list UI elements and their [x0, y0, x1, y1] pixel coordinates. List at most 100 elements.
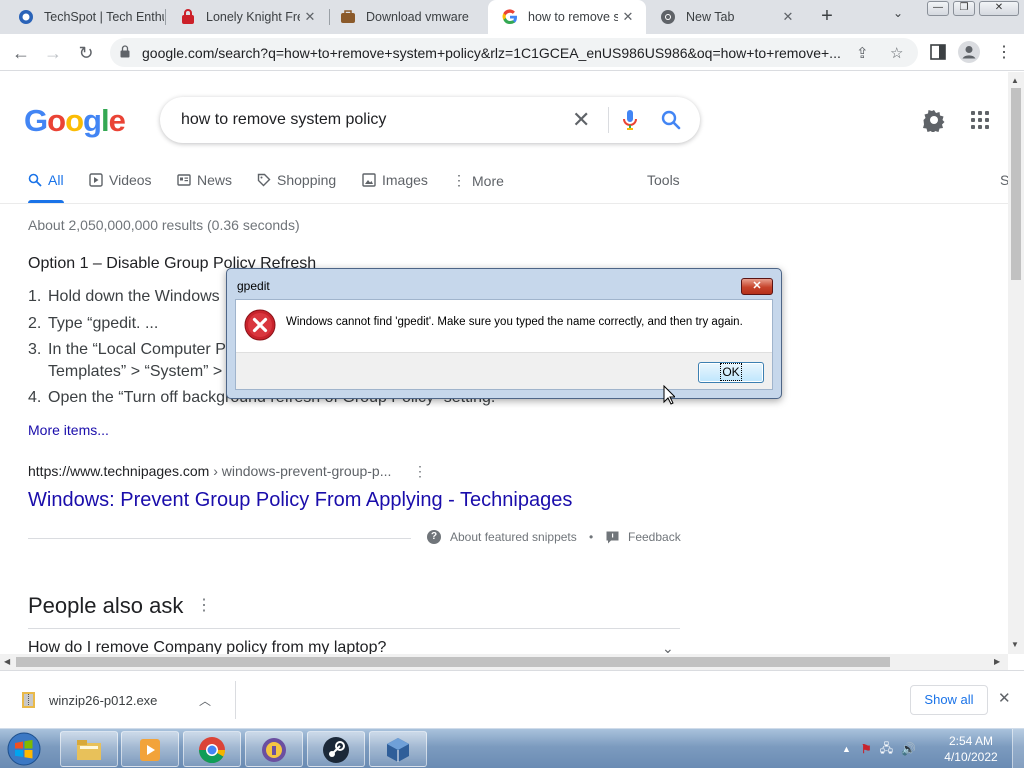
tab-download-vmware[interactable]: Download vmware — [326, 0, 486, 34]
scrollbar-thumb[interactable] — [1011, 88, 1021, 280]
list-text: In the “Local Computer P — [48, 341, 226, 358]
list-number: 4. — [28, 389, 42, 406]
taskbar-keepass[interactable] — [245, 731, 303, 767]
tab-lonely-knight[interactable]: Lonely Knight Free ✕ — [166, 0, 328, 34]
list-number: 2. — [28, 315, 42, 332]
techspot-icon — [19, 10, 33, 24]
steam-icon — [323, 737, 349, 763]
ok-button[interactable]: OK — [698, 362, 764, 383]
bookmark-star-icon[interactable]: ☆ — [890, 44, 903, 62]
search-input[interactable]: how to remove system policy — [181, 111, 386, 129]
browser-menu-icon[interactable]: ⋮ — [996, 42, 1012, 62]
tab-news[interactable]: News — [177, 172, 232, 188]
taskbar-explorer[interactable] — [60, 731, 118, 767]
google-apps-icon[interactable] — [971, 111, 989, 129]
close-icon[interactable]: ✕ — [618, 9, 638, 25]
close-icon[interactable]: ✕ — [998, 689, 1011, 707]
lock-icon[interactable] — [120, 45, 130, 58]
address-bar[interactable]: google.com/search?q=how+to+remove+system… — [110, 38, 918, 67]
show-all-button[interactable]: Show all — [910, 685, 988, 715]
profile-avatar-icon[interactable] — [958, 41, 980, 63]
scroll-left-arrow-icon[interactable]: ◀ — [4, 657, 10, 666]
tab-shopping[interactable]: Shopping — [257, 172, 336, 188]
download-item[interactable]: winzip26-p012.exe ︿ — [14, 681, 236, 719]
taskbar-media-player[interactable] — [121, 731, 179, 767]
close-icon[interactable]: ✕ — [778, 9, 798, 25]
clock-date: 4/10/2022 — [944, 750, 998, 764]
chevron-up-icon[interactable]: ︿ — [199, 692, 211, 709]
tab-videos[interactable]: Videos — [89, 172, 152, 188]
restore-button[interactable]: ❐ — [953, 1, 975, 16]
mouse-cursor-icon — [663, 385, 675, 405]
dialog-close-button[interactable]: ✕ — [741, 278, 773, 295]
tab-title: Lonely Knight Free — [206, 10, 300, 24]
side-panel-icon[interactable] — [930, 44, 946, 60]
close-icon[interactable]: ✕ — [300, 9, 320, 25]
show-desktop-button[interactable] — [1012, 729, 1024, 768]
share-icon[interactable]: ⇪ — [856, 44, 869, 62]
scroll-up-arrow-icon[interactable]: ▲ — [1011, 76, 1019, 85]
ok-label: OK — [720, 363, 742, 381]
tab-google-search[interactable]: how to remove system policy ✕ — [488, 0, 646, 34]
divider — [608, 107, 609, 133]
taskbar-steam[interactable] — [307, 731, 365, 767]
paa-menu-icon[interactable]: ⋮ — [196, 595, 212, 615]
divider — [28, 538, 411, 539]
volume-icon[interactable]: 🔊 — [901, 742, 916, 756]
scrollbar-thumb[interactable] — [16, 657, 890, 667]
window-close-button[interactable]: ✕ — [979, 1, 1019, 16]
network-icon[interactable]: 🖧 — [880, 739, 893, 760]
tab-techspot[interactable]: TechSpot | Tech Enthusiasts — [4, 0, 164, 34]
tab-title: TechSpot | Tech Enthusiasts — [44, 10, 164, 24]
system-tray: ▲ ⚑ 🖧 🔊 — [842, 729, 916, 768]
browser-toolbar: ← → ↻ google.com/search?q=how+to+remove+… — [0, 34, 1024, 71]
tab-label: Images — [382, 172, 428, 188]
list-text: Hold down the Windows — [48, 288, 220, 305]
minimize-button[interactable]: — — [927, 1, 949, 16]
dialog-message: Windows cannot find 'gpedit'. Make sure … — [286, 316, 743, 328]
tab-search-chevron-icon[interactable]: ⌄ — [893, 6, 903, 20]
show-hidden-icons-icon[interactable]: ▲ — [842, 744, 851, 754]
clock[interactable]: 2:54 AM 4/10/2022 — [936, 733, 1006, 765]
tab-all[interactable]: All — [28, 172, 64, 188]
scroll-down-arrow-icon[interactable]: ▼ — [1011, 640, 1019, 649]
back-button[interactable]: ← — [8, 40, 34, 66]
reload-button[interactable]: ↻ — [73, 40, 99, 66]
more-items-link[interactable]: More items... — [28, 422, 109, 438]
settings-gear-icon[interactable] — [922, 108, 946, 132]
tools-button[interactable]: Tools — [647, 172, 680, 188]
new-tab-button[interactable]: + — [815, 4, 839, 28]
feedback-link[interactable]: Feedback — [606, 530, 681, 544]
search-box[interactable]: how to remove system policy ✕ — [160, 97, 700, 143]
result-source-url[interactable]: https://www.technipages.com › windows-pr… — [28, 463, 391, 479]
start-button-windows-icon[interactable] — [4, 731, 44, 767]
tab-new-tab[interactable]: New Tab ✕ — [646, 0, 806, 34]
video-icon — [89, 173, 103, 187]
error-icon — [244, 309, 276, 341]
result-menu-icon[interactable]: ⋮ — [413, 463, 427, 480]
tab-label: All — [48, 172, 64, 188]
about-featured-snippets-link[interactable]: ? About featured snippets — [427, 530, 577, 544]
more-dots-icon: ⋮ — [452, 172, 466, 188]
url-text[interactable]: google.com/search?q=how+to+remove+system… — [142, 45, 842, 61]
list-item: Templates” > “System” > — [28, 363, 222, 381]
result-title-link[interactable]: Windows: Prevent Group Policy From Apply… — [28, 489, 572, 512]
search-tabs: All Videos News Shopping Images ⋮ More T… — [0, 164, 1009, 204]
vertical-scrollbar[interactable]: ▲ ▼ — [1008, 72, 1024, 654]
horizontal-scrollbar[interactable]: ◀ ▶ — [0, 654, 1008, 670]
action-center-flag-icon[interactable]: ⚑ — [861, 742, 872, 756]
taskbar-virtualbox[interactable] — [369, 731, 427, 767]
search-icon[interactable] — [660, 109, 682, 131]
microphone-icon[interactable] — [622, 109, 638, 131]
clear-icon[interactable]: ✕ — [572, 107, 590, 133]
download-filename: winzip26-p012.exe — [49, 692, 158, 708]
logo-letter: G — [24, 103, 48, 138]
tab-title: Download vmware — [366, 10, 469, 24]
tab-images[interactable]: Images — [362, 172, 428, 188]
taskbar-chrome[interactable] — [183, 731, 241, 767]
forward-button[interactable]: → — [40, 40, 66, 66]
google-logo[interactable]: Google — [24, 103, 126, 139]
scroll-right-arrow-icon[interactable]: ▶ — [994, 657, 1000, 666]
tag-icon — [257, 173, 271, 187]
tab-more[interactable]: ⋮ More — [452, 172, 504, 189]
